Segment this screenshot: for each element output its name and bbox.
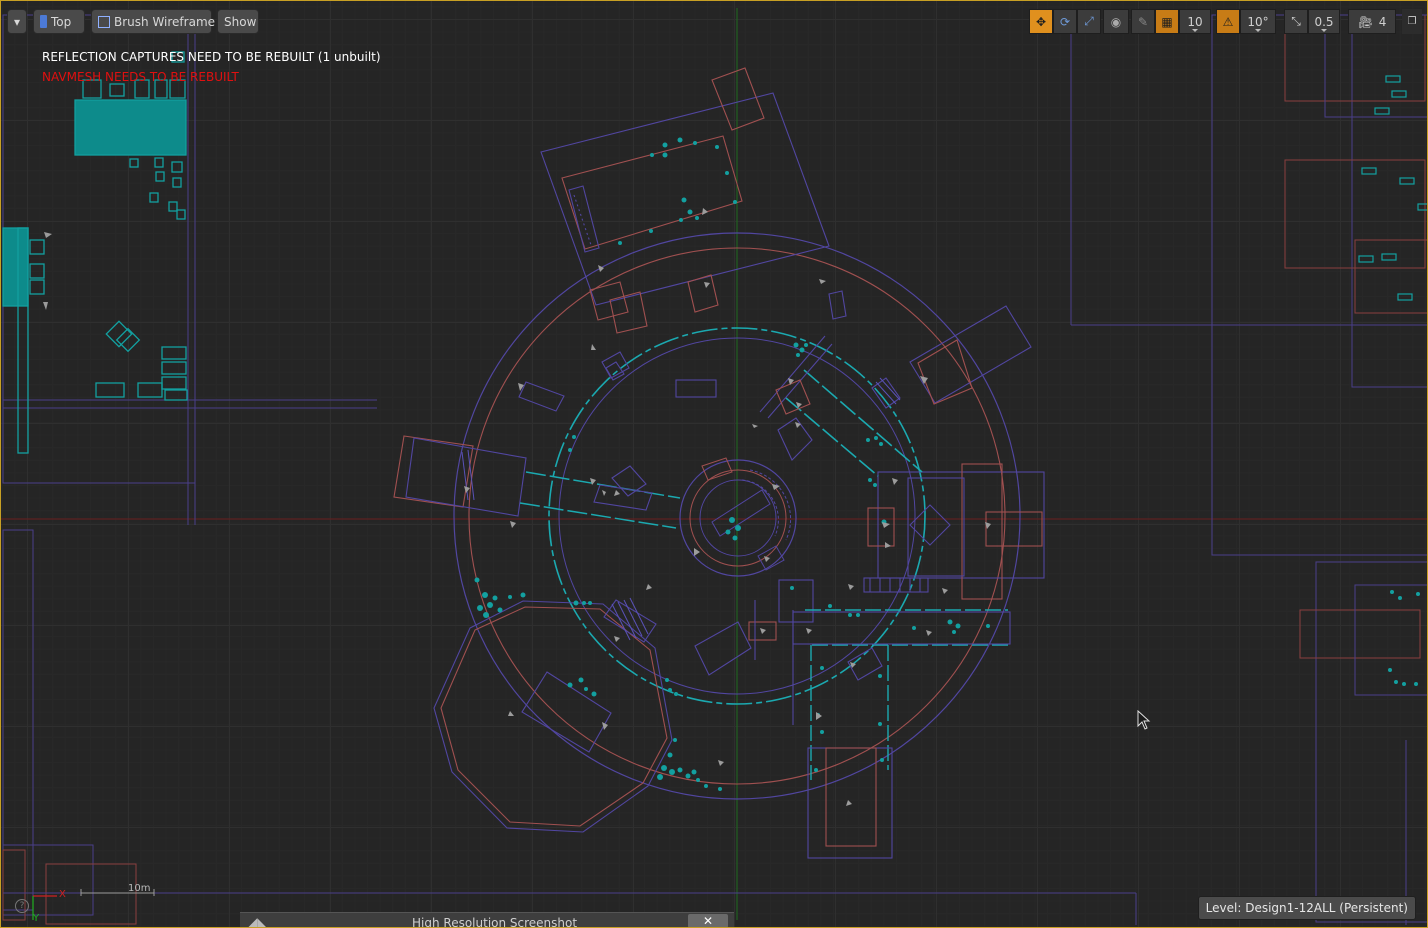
translate-button[interactable]: ✥ [1029,9,1053,34]
left-props [2,51,188,454]
axis-y-label: Y [33,913,40,924]
maximize-button[interactable]: ❐ [1402,9,1422,34]
cursor-icon [1137,710,1151,730]
wireframe-icon [98,16,110,28]
north-building [540,67,847,334]
scale-snap-group: ⤡ 0.5 [1284,9,1340,34]
view-type-label: Top [51,15,72,29]
northeast-corridor [759,335,923,477]
rotation-snap-icon: ⚠ [1222,14,1234,29]
maximize-group: ❐ [1402,9,1422,34]
right-props [1358,75,1428,301]
surface-snap-button[interactable]: ✎ [1131,9,1155,34]
maximize-icon: ❐ [1407,16,1417,27]
close-icon: ✕ [702,914,714,928]
actor-markers [464,208,991,806]
rotation-snap-value[interactable]: 10° [1240,9,1276,34]
wireframe-scene [0,8,1428,925]
close-button[interactable]: ✕ [688,914,728,928]
transform-tools: ✥ ⟳ ⤢ [1029,9,1101,34]
level-badge: Level: Design1-12ALL (Persistent) [1197,896,1416,920]
help-icon[interactable]: ? [15,899,29,913]
view-type-button[interactable]: Top [33,9,85,34]
scale-button[interactable]: ⤢ [1077,9,1101,34]
view-mode-button[interactable]: Brush Wireframe [91,9,216,34]
rotation-snap-toggle[interactable]: ⚠ [1216,9,1240,34]
grid-icon: ▦ [1161,14,1173,29]
coordinate-system: ◉ [1103,9,1129,34]
grid-snap-group: ✎ ▦ 10 [1131,9,1211,34]
drag-grip-icon[interactable]: ◢◣ [248,915,266,928]
high-res-screenshot-title: High Resolution Screenshot [412,916,578,928]
axis-x-label: X [59,889,66,900]
view-mode-label: Brush Wireframe [114,15,216,29]
southeast-corridor [748,577,1011,859]
translate-icon: ✥ [1035,14,1047,29]
grid-snap-toggle[interactable]: ▦ [1155,9,1179,34]
reflection-warning: REFLECTION CAPTURES NEED TO BE REBUILT (… [42,50,381,64]
rotation-snap-value-label: 10° [1247,14,1269,29]
menu-chevron-icon: ▾ [13,15,21,29]
west-corridor [393,351,717,529]
scale-snap-icon: ⤡ [1291,14,1301,28]
camera-speed-button[interactable]: 🎥︎ 4 [1348,9,1396,34]
scale-label: 10m [128,883,151,894]
level-viewport[interactable]: ▾ Top Brush Wireframe Show ✥ ⟳ ⤢ ◉ ✎ ▦ 1… [0,0,1428,928]
grid-snap-value-label: 10 [1187,14,1203,29]
foliage-dots [474,137,990,791]
scale-snap-toggle[interactable]: ⤡ [1284,9,1308,34]
navmesh-warning: NAVMESH NEEDS TO BE REBUILT [42,70,239,84]
grid-snap-value[interactable]: 10 [1179,9,1211,34]
show-button[interactable]: Show [217,9,259,34]
world-local-button[interactable]: ◉ [1103,9,1129,34]
camera-speed-icon: 🎥︎ [1357,14,1373,29]
scale-snap-value[interactable]: 0.5 [1308,9,1340,34]
right-dots [1388,590,1420,686]
perspective-cube-icon [40,15,47,28]
rotate-button[interactable]: ⟳ [1053,9,1077,34]
world-local-icon: ◉ [1110,14,1122,29]
show-label: Show [224,15,257,29]
scale-snap-value-label: 0.5 [1314,14,1334,29]
surface-snap-icon: ✎ [1137,14,1149,29]
viewport-options-button[interactable]: ▾ [7,9,27,34]
rotation-snap-group: ⚠ 10° [1216,9,1276,34]
right-buildings [1070,14,1428,925]
camera-speed-group: 🎥︎ 4 [1348,9,1396,34]
camera-speed-value-label: 4 [1378,14,1387,29]
high-res-screenshot-panel[interactable]: ◢◣ High Resolution Screenshot ✕ [240,912,734,928]
scale-icon: ⤢ [1084,14,1094,28]
rotate-icon: ⟳ [1059,14,1071,29]
